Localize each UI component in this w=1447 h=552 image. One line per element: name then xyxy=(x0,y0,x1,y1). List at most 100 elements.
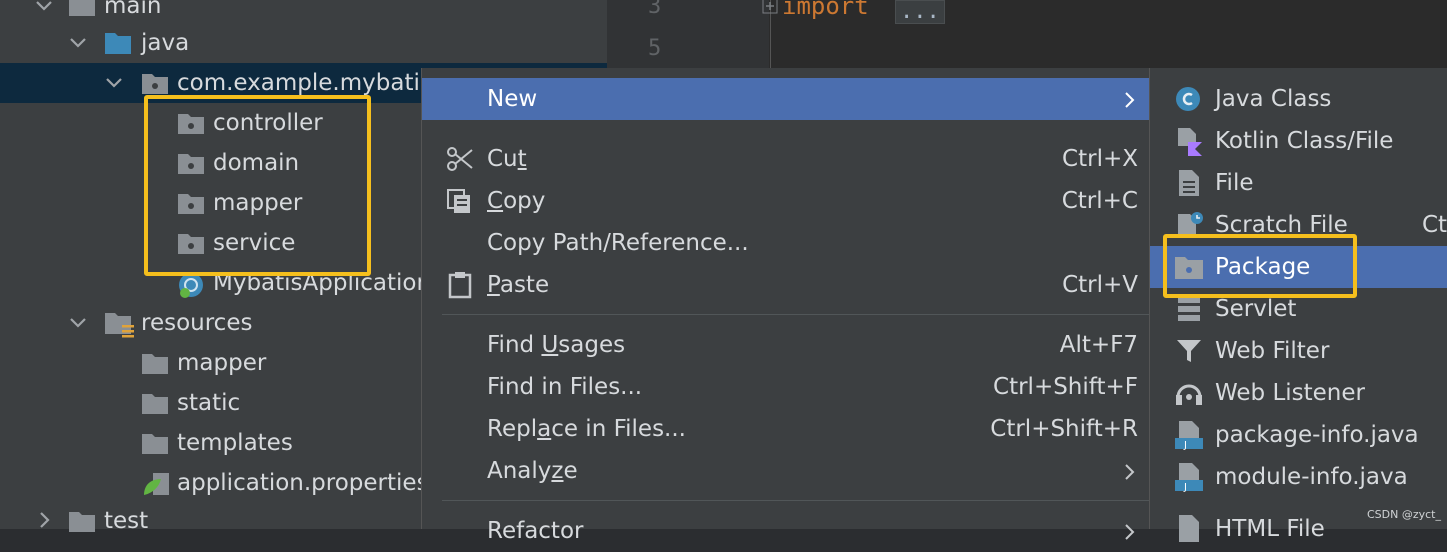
shortcut-text: Ctrl+Shift+F xyxy=(993,374,1138,400)
menu-label-part: opy xyxy=(503,188,546,214)
spring-properties-icon xyxy=(144,473,169,495)
line-number: 5 xyxy=(648,36,662,61)
new-submenu: Java Class Kotlin Class/File File Scratc… xyxy=(1149,68,1447,542)
tree-label: resources xyxy=(141,310,253,336)
tree-label: test xyxy=(104,508,149,534)
submenu-arrow-icon xyxy=(1125,92,1135,108)
submenu-item-label: Java Class xyxy=(1215,86,1332,112)
listener-icon xyxy=(1176,384,1202,405)
html-file-icon xyxy=(1179,515,1199,542)
menu-label-part: Find xyxy=(487,332,542,358)
tree-label: application.properties xyxy=(177,470,429,496)
scissors-icon xyxy=(447,147,473,171)
chevron-down-icon[interactable] xyxy=(104,63,124,103)
file-icon xyxy=(1179,170,1199,196)
resources-folder-icon xyxy=(105,313,134,338)
mnemonic-letter: a xyxy=(537,416,552,442)
shortcut-text: Ctrl+V xyxy=(1062,272,1138,298)
mnemonic-letter: U xyxy=(541,332,559,358)
folded-code-placeholder[interactable]: ... xyxy=(895,0,945,24)
menu-label-part: aste xyxy=(499,272,550,298)
menu-item-find-in-files[interactable]: Find in Files... Ctrl+Shift+F xyxy=(422,366,1150,408)
menu-item-analyze[interactable]: Analyze xyxy=(422,450,1150,492)
chevron-down-icon[interactable] xyxy=(68,303,88,343)
tree-label: templates xyxy=(177,430,293,456)
menu-item-copy[interactable]: Copy Ctrl+C xyxy=(422,180,1150,222)
submenu-item-java-class[interactable]: Java Class xyxy=(1150,78,1447,120)
context-menu: New Cut Ctrl+X Copy Ctrl+C Copy Path/Ref… xyxy=(421,68,1150,544)
annotation-box xyxy=(144,95,371,276)
mnemonic-letter: P xyxy=(487,272,500,298)
tree-item-java[interactable]: java xyxy=(0,23,607,63)
shortcut-text: Alt+F7 xyxy=(1059,332,1138,358)
java-class-icon xyxy=(1176,87,1200,111)
clipboard-icon xyxy=(448,272,472,299)
menu-item-label: Copy Path/Reference... xyxy=(487,230,749,256)
submenu-item-web-filter[interactable]: Web Filter xyxy=(1150,330,1447,372)
shortcut-text: Ctrl+C xyxy=(1061,188,1138,214)
package-icon xyxy=(142,74,168,94)
menu-label-part: ce in Files... xyxy=(551,416,686,442)
menu-item-find-usages[interactable]: Find Usages Alt+F7 xyxy=(422,324,1150,366)
submenu-item-module-info[interactable]: J module-info.java xyxy=(1150,456,1447,498)
tree-label: mapper xyxy=(177,350,267,376)
menu-label-part: e xyxy=(563,458,578,484)
shortcut-text: Ctrl+X xyxy=(1062,146,1138,172)
menu-label-part: Analy xyxy=(487,458,552,484)
submenu-arrow-icon xyxy=(1125,464,1135,480)
fold-expand-icon[interactable] xyxy=(762,0,778,14)
submenu-item-label: Kotlin Class/File xyxy=(1215,128,1394,154)
submenu-item-label: package-info.java xyxy=(1215,422,1419,448)
shortcut-text: Ctrl xyxy=(1422,212,1447,238)
java-file-icon: J xyxy=(1175,421,1203,450)
menu-item-paste[interactable]: Paste Ctrl+V xyxy=(422,264,1150,306)
menu-item-copy-path[interactable]: Copy Path/Reference... xyxy=(422,222,1150,264)
source-folder-icon xyxy=(105,33,131,54)
menu-item-replace-in-files[interactable]: Replace in Files... Ctrl+Shift+R xyxy=(422,408,1150,450)
watermark: CSDN @zyct_ xyxy=(1366,508,1441,521)
menu-label-part: Cu xyxy=(487,146,518,172)
submenu-item-label: module-info.java xyxy=(1215,464,1408,490)
folder-icon xyxy=(69,512,95,532)
line-number: 3 xyxy=(648,0,662,19)
menu-separator xyxy=(442,500,1150,501)
submenu-item-web-listener[interactable]: Web Listener xyxy=(1150,372,1447,414)
folder-icon xyxy=(142,394,168,414)
svg-text:J: J xyxy=(1183,482,1187,492)
menu-item-label: New xyxy=(487,86,538,112)
tree-label: static xyxy=(177,390,241,416)
menu-item-refactor[interactable]: Refactor xyxy=(422,510,1150,552)
code-import-keyword[interactable]: import xyxy=(782,0,869,20)
folder-icon xyxy=(69,0,95,16)
annotation-box xyxy=(1163,234,1357,298)
menu-item-label: Find in Files... xyxy=(487,374,643,400)
folder-icon xyxy=(142,434,168,454)
submenu-item-label: Web Filter xyxy=(1215,338,1330,364)
mnemonic-letter: t xyxy=(517,146,527,172)
menu-label-part: sages xyxy=(558,332,626,358)
submenu-item-file[interactable]: File xyxy=(1150,162,1447,204)
chevron-right-icon[interactable] xyxy=(34,501,54,541)
mnemonic-letter: z xyxy=(551,458,564,484)
submenu-item-label: File xyxy=(1215,170,1254,196)
editor-gutter: 3 5 xyxy=(607,0,771,68)
submenu-item-label: Web Listener xyxy=(1215,380,1365,406)
chevron-down-icon[interactable] xyxy=(68,23,88,63)
shortcut-text: Ctrl+Shift+R xyxy=(990,416,1138,442)
mnemonic-letter: C xyxy=(487,188,504,214)
submenu-item-label: HTML File xyxy=(1215,516,1325,542)
filter-icon xyxy=(1177,340,1201,362)
copy-icon xyxy=(447,189,470,213)
servlet-icon xyxy=(1178,297,1200,321)
menu-item-cut[interactable]: Cut Ctrl+X xyxy=(422,138,1150,180)
menu-separator xyxy=(442,314,1150,315)
menu-item-label: Refactor xyxy=(487,518,584,544)
svg-text:J: J xyxy=(1183,440,1187,450)
kotlin-file-icon xyxy=(1178,128,1202,156)
menu-label-part: Repl xyxy=(487,416,538,442)
folder-icon xyxy=(142,354,168,374)
submenu-item-kotlin-class[interactable]: Kotlin Class/File xyxy=(1150,120,1447,162)
submenu-arrow-icon xyxy=(1125,524,1135,540)
menu-item-new[interactable]: New xyxy=(422,78,1150,120)
submenu-item-package-info[interactable]: J package-info.java xyxy=(1150,414,1447,456)
